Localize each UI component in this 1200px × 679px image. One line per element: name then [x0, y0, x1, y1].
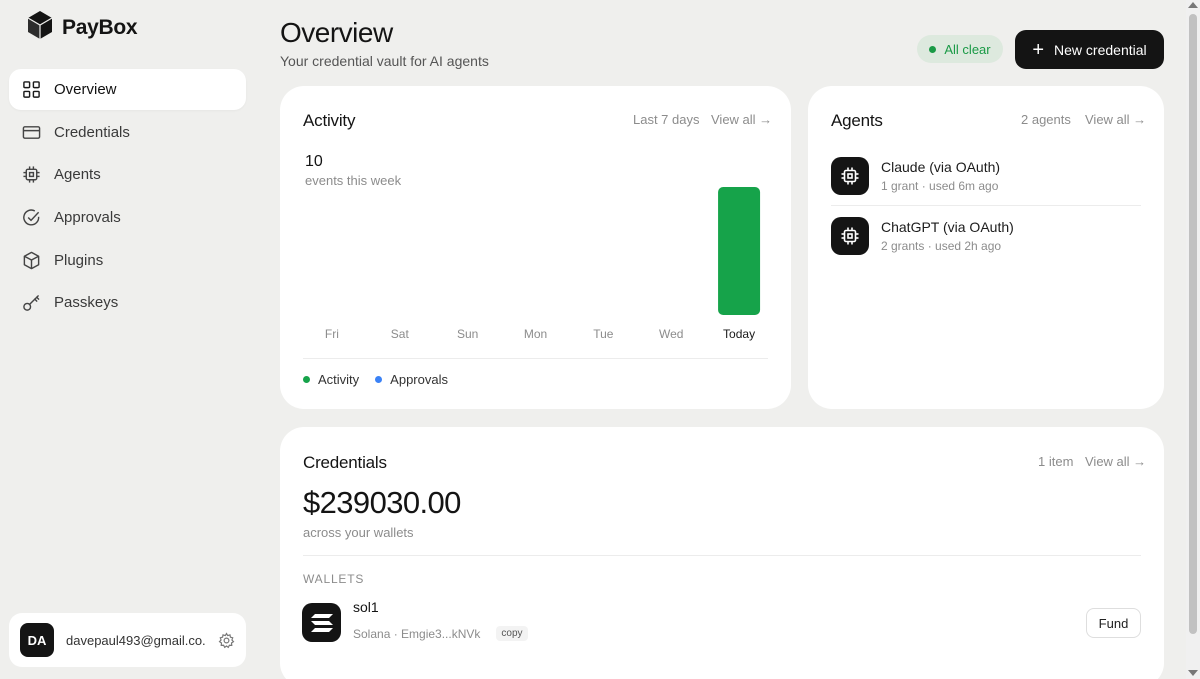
wallet-detail: Solana · Emgie3...kNVk copy [353, 626, 528, 641]
sidebar-item-label: Credentials [54, 123, 130, 141]
sidebar-item-overview[interactable]: Overview [9, 69, 246, 110]
x-tick-label-fri: Fri [325, 327, 339, 341]
sidebar-item-credentials[interactable]: Credentials [9, 112, 246, 153]
wallets-section-label: WALLETS [303, 572, 365, 586]
agents-title: Agents [831, 111, 883, 130]
legend-label: Approvals [390, 372, 448, 387]
gear-icon[interactable] [218, 631, 235, 649]
wallet-address: Solana · Emgie3...kNVk [353, 626, 481, 641]
status-badge: All clear [917, 35, 1003, 63]
total-balance: $239030.00 [303, 485, 461, 520]
sidebar-item-label: Approvals [54, 209, 121, 227]
agents-count: 2 agents [1021, 112, 1071, 127]
key-icon [23, 295, 40, 312]
agent-detail: 2 grants · used 2h ago [881, 239, 1002, 253]
brand[interactable]: PayBox [27, 10, 138, 45]
check-circle-icon [23, 209, 40, 226]
x-tick-label-mon: Mon [524, 327, 547, 341]
page-subtitle: Your credential vault for AI agents [280, 53, 489, 69]
sidebar-item-label: Passkeys [54, 294, 119, 312]
sidebar-item-agents[interactable]: Agents [9, 154, 246, 195]
legend-dot-icon [375, 376, 383, 383]
activity-chart: Fri Sat Sun Mon Tue Wed Today [325, 187, 761, 341]
sidebar-item-passkeys[interactable]: Passkeys [9, 282, 246, 323]
box-icon [23, 251, 40, 270]
credentials-title: Credentials [303, 453, 387, 472]
bar-activity-today[interactable] [718, 187, 761, 315]
status-text: All clear [944, 41, 991, 57]
agent-name: ChatGPT (via OAuth) [881, 219, 1014, 235]
new-credential-button[interactable]: + New credential [1015, 30, 1164, 69]
brand-name: PayBox [62, 15, 138, 39]
x-tick-label-sun: Sun [457, 327, 478, 341]
credentials-count: 1 item [1038, 454, 1074, 469]
activity-card: Activity Last 7 days View all → 10 event… [280, 86, 791, 409]
agents-divider [831, 205, 1141, 206]
wallet-name[interactable]: sol1 [353, 599, 379, 615]
scroll-thumb[interactable] [1189, 14, 1197, 634]
sidebar-item-label: Agents [54, 166, 101, 184]
sidebar-nav: Overview Credentials Agents Approvals Pl… [9, 69, 246, 325]
x-tick-label-wed: Wed [659, 327, 683, 341]
activity-divider [303, 358, 768, 359]
credentials-divider [303, 555, 1141, 556]
legend-item-approvals: Approvals [375, 372, 448, 387]
agent-name: Claude (via OAuth) [881, 159, 1001, 175]
agent-detail: 1 grant · used 6m ago [881, 179, 999, 193]
solana-icon[interactable] [302, 603, 341, 642]
plus-icon: + [1032, 38, 1045, 61]
avatar: DA [20, 623, 54, 657]
x-tick-label-tue: Tue [593, 327, 614, 341]
fund-button[interactable]: Fund [1086, 608, 1141, 638]
agent-row-chatgpt[interactable]: ChatGPT (via OAuth) 2 grants · used 2h a… [831, 216, 1141, 256]
card-icon [22, 125, 41, 139]
agents-view-all-link[interactable]: View all → [1085, 112, 1146, 127]
sidebar-item-approvals[interactable]: Approvals [9, 197, 246, 238]
agent-row-claude[interactable]: Claude (via OAuth) 1 grant · used 6m ago [831, 156, 1141, 196]
sidebar-item-label: Plugins [54, 251, 104, 269]
scroll-down-arrow-icon[interactable] [1188, 670, 1198, 676]
copy-address-button[interactable]: copy [496, 626, 528, 641]
paybox-logo-icon [27, 10, 53, 45]
legend-label: Activity [318, 372, 360, 387]
x-tick-label-today: Today [723, 327, 755, 341]
total-balance-label: across your wallets [303, 525, 414, 540]
user-email: davepaul493@gmail.co... [66, 632, 206, 648]
agents-card: Agents 2 agents View all → Claude (via O… [808, 86, 1164, 409]
chip-icon [23, 166, 40, 183]
x-tick-label-sat: Sat [391, 327, 410, 341]
agent-chip-icon [831, 157, 869, 195]
legend-dot-icon [303, 376, 310, 383]
page-title: Overview [280, 17, 393, 48]
agent-chip-icon [831, 217, 869, 255]
sidebar: PayBox Overview Credentials Agents Appro… [0, 0, 256, 679]
sidebar-item-plugins[interactable]: Plugins [9, 240, 246, 281]
grid-icon [23, 81, 40, 98]
credentials-card: Credentials 1 item View all → $239030.00… [280, 427, 1164, 679]
sidebar-item-label: Overview [54, 81, 117, 98]
scroll-up-arrow-icon[interactable] [1188, 2, 1198, 8]
user-card[interactable]: DA davepaul493@gmail.co... [9, 613, 246, 667]
activity-legend: Activity Approvals [303, 372, 448, 387]
credentials-view-all-link[interactable]: View all → [1085, 454, 1146, 469]
new-credential-label: New credential [1054, 41, 1147, 58]
legend-item-activity: Activity [303, 372, 359, 387]
status-dot-icon [929, 45, 937, 53]
page-scrollbar[interactable] [1186, 0, 1200, 679]
